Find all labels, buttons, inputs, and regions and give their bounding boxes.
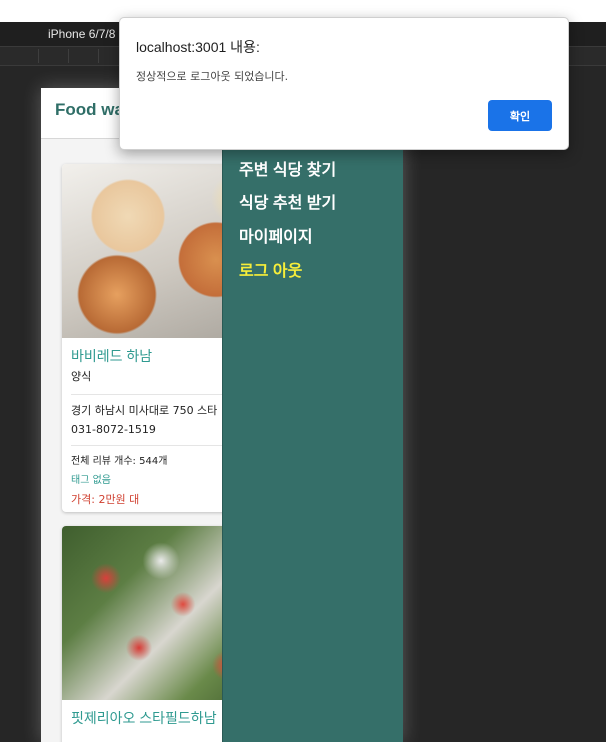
dialog-message: 정상적으로 로그아웃 되었습니다. (136, 70, 289, 83)
menu-item-mypage[interactable]: 마이페이지 (239, 223, 313, 247)
confirm-button[interactable]: 확인 (488, 100, 552, 131)
menu-item-logout[interactable]: 로그 아웃 (239, 257, 302, 281)
device-viewport: Food wa 바비레드 하남 양식 경기 하남시 미사대로 750 스타 03… (41, 88, 403, 742)
side-menu: 주변 식당 찾기 식당 추천 받기 마이페이지 로그 아웃 (222, 88, 403, 742)
menu-item-nearby[interactable]: 주변 식당 찾기 (239, 156, 336, 180)
dialog-title: localhost:3001 내용: (136, 39, 260, 55)
alert-dialog: localhost:3001 내용: 정상적으로 로그아웃 되었습니다. 확인 (119, 17, 569, 150)
app-title[interactable]: Food wa (55, 100, 124, 120)
device-selector[interactable]: iPhone 6/7/8 (48, 27, 115, 41)
menu-item-recommend[interactable]: 식당 추천 받기 (239, 189, 336, 213)
